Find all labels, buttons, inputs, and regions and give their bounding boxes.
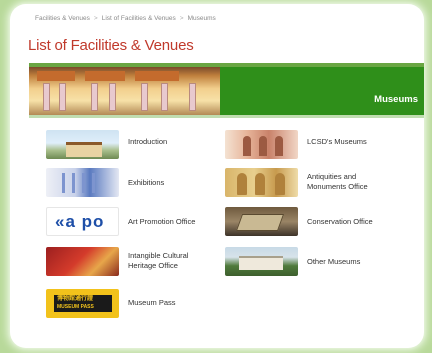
banner-museum-photo [29, 67, 220, 115]
link-antiquities-monuments-office[interactable]: Antiquities and Monuments Office [225, 168, 415, 197]
page-title: List of Facilities & Venues [28, 37, 194, 54]
link-label: Exhibitions [128, 178, 165, 187]
link-label: Conservation Office [307, 217, 373, 226]
link-label: Introduction [128, 137, 168, 146]
link-exhibitions[interactable]: Exhibitions [46, 168, 236, 197]
link-lcsd-museums[interactable]: LCSD's Museums [225, 130, 415, 159]
intro-thumbnail-icon [46, 130, 119, 159]
link-other-museums[interactable]: Other Museums [225, 247, 415, 276]
breadcrumb-item-museums: Museums [187, 15, 216, 22]
content-card: Facilities & Venues > List of Facilities &… [10, 4, 424, 348]
link-label: Museum Pass [128, 298, 176, 307]
museum-pass-logo-en: MUSEUM PASS [57, 304, 94, 310]
exhibitions-thumbnail-icon [46, 168, 119, 197]
link-introduction[interactable]: Introduction [46, 130, 236, 159]
apo-logo-icon: «a po [46, 207, 119, 236]
link-label: Other Museums [307, 257, 361, 266]
link-conservation-office[interactable]: Conservation Office [225, 207, 415, 236]
banner-green-panel: Museums [220, 67, 424, 115]
section-banner: Museums [29, 63, 424, 118]
link-label: Intangible Cultural Heritage Office [128, 251, 189, 270]
link-museum-pass[interactable]: 博物館通行證 MUSEUM PASS Museum Pass [46, 289, 236, 318]
link-label: Antiquities and Monuments Office [307, 172, 368, 191]
lcsd-museums-thumbnail-icon [225, 130, 298, 159]
breadcrumb-separator: > [93, 15, 98, 22]
breadcrumb-item-facilities[interactable]: Facilities & Venues [35, 15, 90, 22]
banner-label: Museums [374, 94, 418, 105]
antiquities-thumbnail-icon [225, 168, 298, 197]
museum-pass-logo-cn: 博物館通行證 [57, 296, 94, 302]
conservation-thumbnail-icon [225, 207, 298, 236]
apo-logo-text: «a po [55, 212, 105, 231]
heritage-thumbnail-icon [46, 247, 119, 276]
link-label: LCSD's Museums [307, 137, 367, 146]
museum-pass-thumbnail-icon: 博物館通行證 MUSEUM PASS [46, 289, 119, 318]
link-label: Art Promotion Office [128, 217, 196, 226]
other-museums-thumbnail-icon [225, 247, 298, 276]
breadcrumb-separator: > [179, 15, 184, 22]
link-intangible-cultural-heritage[interactable]: Intangible Cultural Heritage Office [46, 247, 236, 276]
breadcrumb: Facilities & Venues > List of Facilities &… [35, 15, 415, 22]
link-art-promotion-office[interactable]: «a po Art Promotion Office [46, 207, 236, 236]
breadcrumb-item-list[interactable]: List of Facilities & Venues [102, 15, 176, 22]
